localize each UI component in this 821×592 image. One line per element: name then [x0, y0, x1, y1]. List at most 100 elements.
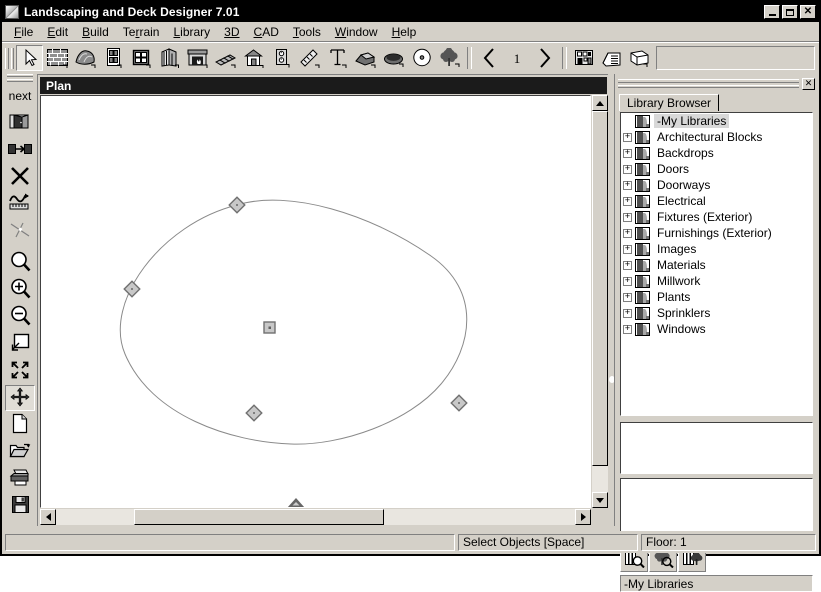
terrain-rock-button[interactable]	[72, 45, 99, 71]
print-button[interactable]	[5, 466, 35, 492]
library-preview-list[interactable]	[620, 422, 813, 474]
perspective-3d-button[interactable]	[626, 45, 653, 71]
zoom-window-button[interactable]	[5, 331, 35, 357]
undo-button[interactable]	[5, 520, 35, 524]
tree-item-backdrops[interactable]: + Backdrops	[621, 145, 812, 161]
fireplace-button[interactable]	[184, 45, 211, 71]
tree-expander-icon[interactable]: +	[623, 277, 632, 286]
tab-library-browser[interactable]: Library Browser	[619, 94, 719, 111]
menu-tools[interactable]: Tools	[286, 23, 328, 41]
tree-expander-icon[interactable]: +	[623, 149, 632, 158]
menu-window[interactable]: Window	[328, 23, 385, 41]
zoom-in-button[interactable]	[5, 277, 35, 303]
cross-section-button[interactable]	[598, 45, 625, 71]
menu-build[interactable]: Build	[75, 23, 116, 41]
tree-item-images[interactable]: + Images	[621, 241, 812, 257]
pond-button[interactable]	[380, 45, 407, 71]
tree-expander-icon[interactable]: +	[623, 245, 632, 254]
tree-expander-icon[interactable]: +	[623, 213, 632, 222]
floor-number-button[interactable]: 1	[503, 45, 530, 71]
door-button[interactable]	[100, 45, 127, 71]
scroll-left-button[interactable]	[40, 509, 56, 525]
sprinkler-circle-button[interactable]	[408, 45, 435, 71]
house-roof-button[interactable]	[240, 45, 267, 71]
previous-floor-icon	[482, 48, 496, 68]
toolbar-grip[interactable]	[5, 46, 14, 70]
tree-expander-icon[interactable]: +	[623, 197, 632, 206]
transfer-button[interactable]	[5, 137, 35, 163]
electrical-button[interactable]	[268, 45, 295, 71]
tree-item-sprinklers[interactable]: + Sprinklers	[621, 305, 812, 321]
tree-expander-icon[interactable]: +	[623, 229, 632, 238]
horizontal-scroll-track[interactable]	[56, 509, 575, 525]
horizontal-scroll-thumb[interactable]	[134, 509, 384, 525]
window-button[interactable]	[128, 45, 155, 71]
menu-terrain[interactable]: Terrain	[116, 23, 167, 41]
pan-move-button[interactable]	[5, 385, 35, 411]
open-folder-button[interactable]	[5, 439, 35, 465]
select-arrow-button[interactable]	[16, 45, 43, 71]
scroll-down-button[interactable]	[592, 492, 608, 508]
wall-brick-button[interactable]	[44, 45, 71, 71]
save-floppy-button[interactable]	[5, 493, 35, 519]
plan-title-bar[interactable]: Plan	[40, 77, 607, 94]
menu-library[interactable]: Library	[166, 23, 217, 41]
tree-item-windows[interactable]: + Windows	[621, 321, 812, 337]
tree-item-materials[interactable]: + Materials	[621, 257, 812, 273]
minimize-button[interactable]	[764, 5, 780, 19]
tree-item-furnishings-exterior[interactable]: + Furnishings (Exterior)	[621, 225, 812, 241]
tree-expander-icon[interactable]: +	[623, 181, 632, 190]
menu-help[interactable]: Help	[385, 23, 424, 41]
library-tree[interactable]: -My Libraries + Architectural Blocks + B…	[620, 112, 813, 416]
previous-floor-button[interactable]	[475, 45, 502, 71]
plan-horizontal-scrollbar[interactable]	[40, 509, 591, 525]
left-toolbar-grip[interactable]	[7, 74, 33, 82]
vertical-scroll-track[interactable]	[592, 111, 608, 492]
tree-item-fixtures-exterior[interactable]: + Fixtures (Exterior)	[621, 209, 812, 225]
delete-x-button[interactable]	[5, 164, 35, 190]
zoom-button[interactable]	[5, 250, 35, 276]
dimension-ruler-button[interactable]	[296, 45, 323, 71]
tree-item-my-libraries[interactable]: -My Libraries	[621, 113, 812, 129]
menu-cad[interactable]: CAD	[247, 23, 286, 41]
text-tool-button[interactable]	[324, 45, 351, 71]
close-button[interactable]: ✕	[800, 5, 816, 19]
measure-path-button[interactable]	[5, 191, 35, 217]
library-close-button[interactable]: ✕	[802, 78, 815, 90]
menu-file[interactable]: File	[7, 23, 40, 41]
plan-vertical-scrollbar[interactable]	[592, 95, 608, 508]
tree-expander-icon[interactable]: +	[623, 133, 632, 142]
library-caption-bar[interactable]: ✕	[618, 77, 815, 90]
tree-expander-icon[interactable]: +	[623, 309, 632, 318]
new-plan-button[interactable]	[5, 412, 35, 438]
tree-item-doorways[interactable]: + Doorways	[621, 177, 812, 193]
tree-expander-icon[interactable]: +	[623, 261, 632, 270]
tree-expander-icon[interactable]: +	[623, 165, 632, 174]
maximize-button[interactable]	[782, 5, 798, 19]
scroll-up-button[interactable]	[592, 95, 608, 111]
tree-item-doors[interactable]: + Doors	[621, 161, 812, 177]
next-label-button[interactable]: next	[5, 83, 35, 109]
elevation-view-button[interactable]	[570, 45, 597, 71]
scroll-right-button[interactable]	[575, 509, 591, 525]
tree-item-plants[interactable]: + Plants	[621, 289, 812, 305]
break-line-button[interactable]	[5, 218, 35, 244]
status-mode: Select Objects [Space]	[458, 534, 638, 551]
menu-edit[interactable]: Edit	[40, 23, 75, 41]
tree-expander-icon[interactable]: +	[623, 325, 632, 334]
open-door-button[interactable]	[5, 110, 35, 136]
deck-button[interactable]	[352, 45, 379, 71]
cabinet-button[interactable]	[156, 45, 183, 71]
stairs-button[interactable]	[212, 45, 239, 71]
fill-window-button[interactable]	[5, 358, 35, 384]
plan-canvas[interactable]	[40, 95, 591, 508]
vertical-scroll-thumb[interactable]	[592, 111, 608, 466]
tree-item-electrical[interactable]: + Electrical	[621, 193, 812, 209]
tree-expander-icon[interactable]: +	[623, 293, 632, 302]
tree-item-architectural-blocks[interactable]: + Architectural Blocks	[621, 129, 812, 145]
menu-3d[interactable]: 3D	[217, 23, 246, 41]
plant-tree-button[interactable]	[436, 45, 463, 71]
zoom-out-button[interactable]	[5, 304, 35, 330]
next-floor-button[interactable]	[531, 45, 558, 71]
tree-item-millwork[interactable]: + Millwork	[621, 273, 812, 289]
